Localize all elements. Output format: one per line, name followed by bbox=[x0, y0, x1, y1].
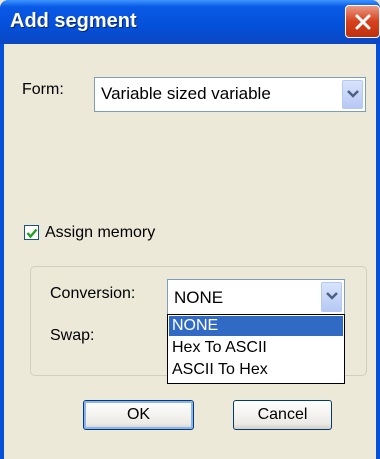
dropdown-option-hex-to-ascii[interactable]: Hex To ASCII bbox=[169, 338, 343, 358]
close-button[interactable] bbox=[345, 5, 380, 38]
window-frame-left bbox=[0, 44, 4, 459]
dropdown-option-none[interactable]: NONE bbox=[169, 316, 343, 336]
form-combobox[interactable]: Variable sized variable bbox=[94, 77, 366, 112]
conversion-label: Conversion: bbox=[50, 285, 136, 302]
conversion-combobox[interactable]: NONE bbox=[167, 279, 345, 315]
form-dropdown-button[interactable] bbox=[342, 80, 363, 109]
add-segment-dialog: Add segment Form: Variable sized variabl… bbox=[0, 0, 380, 459]
conversion-dropdown-list: NONE Hex To ASCII ASCII To Hex bbox=[167, 314, 345, 384]
cancel-button[interactable]: Cancel bbox=[233, 400, 332, 430]
form-label: Form: bbox=[22, 81, 64, 98]
title-bar[interactable]: Add segment bbox=[0, 0, 380, 44]
form-combobox-value: Variable sized variable bbox=[101, 84, 271, 103]
assign-memory-checkbox[interactable] bbox=[24, 225, 39, 240]
swap-label: Swap: bbox=[50, 327, 95, 344]
conversion-dropdown-button[interactable] bbox=[321, 282, 342, 312]
window-frame-right bbox=[376, 44, 380, 459]
dialog-title: Add segment bbox=[10, 10, 137, 32]
assign-memory-label[interactable]: Assign memory bbox=[45, 224, 155, 242]
conversion-combobox-value: NONE bbox=[174, 288, 224, 307]
dropdown-option-ascii-to-hex[interactable]: ASCII To Hex bbox=[169, 360, 343, 380]
ok-button[interactable]: OK bbox=[83, 400, 194, 430]
